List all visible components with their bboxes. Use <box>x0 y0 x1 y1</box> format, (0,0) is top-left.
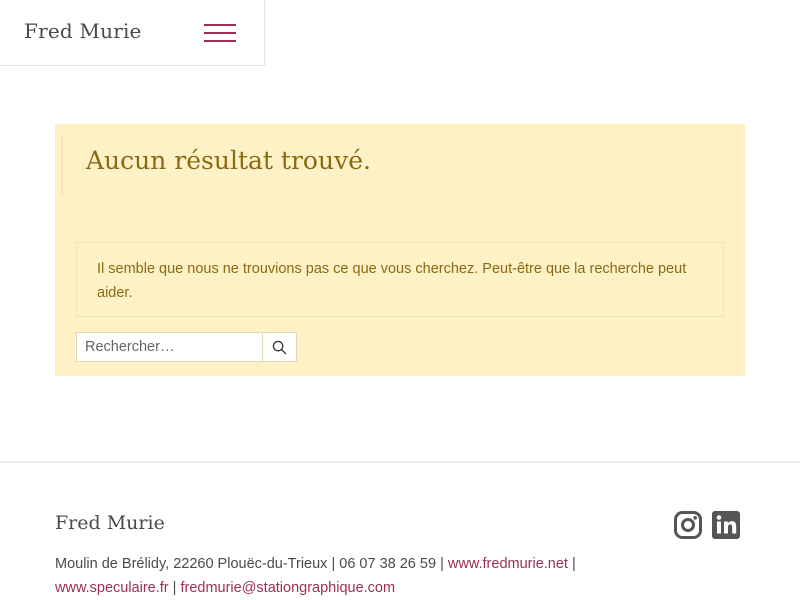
link-fredmurie[interactable]: www.fredmurie.net <box>448 556 568 572</box>
footer-divider <box>0 461 800 463</box>
search-input[interactable] <box>76 332 263 362</box>
hamburger-menu-icon[interactable] <box>204 24 236 44</box>
search-icon <box>272 340 287 354</box>
linkedin-icon[interactable] <box>712 511 740 539</box>
link-speculaire[interactable]: www.speculaire.fr <box>55 580 169 596</box>
footer-site-title: Fred Murie <box>55 512 165 534</box>
footer-phone: 06 07 38 26 59 <box>339 556 437 572</box>
search-button[interactable] <box>263 332 297 362</box>
search-form <box>76 332 297 362</box>
footer-separator: | <box>571 556 576 572</box>
footer-separator: | <box>172 580 177 596</box>
instagram-icon[interactable] <box>674 511 702 539</box>
page-title: Aucun résultat trouvé. <box>86 146 371 175</box>
footer-contact-info: Moulin de Brélidy, 22260 Plouëc-du-Trieu… <box>55 552 755 600</box>
notice-heading-container: Aucun résultat trouvé. <box>61 136 371 194</box>
notice-message: Il semble que nous ne trouvions pas ce q… <box>76 242 724 317</box>
footer-separator: | <box>440 556 444 572</box>
no-results-notice: Aucun résultat trouvé. Il semble que nou… <box>55 124 745 376</box>
email-link[interactable]: fredmurie@stationgraphique.com <box>180 580 395 596</box>
footer-separator: | <box>331 556 336 572</box>
site-header: Fred Murie <box>0 0 265 66</box>
footer-address: Moulin de Brélidy, 22260 Plouëc-du-Trieu… <box>55 556 328 572</box>
site-title-link[interactable]: Fred Murie <box>24 19 142 43</box>
